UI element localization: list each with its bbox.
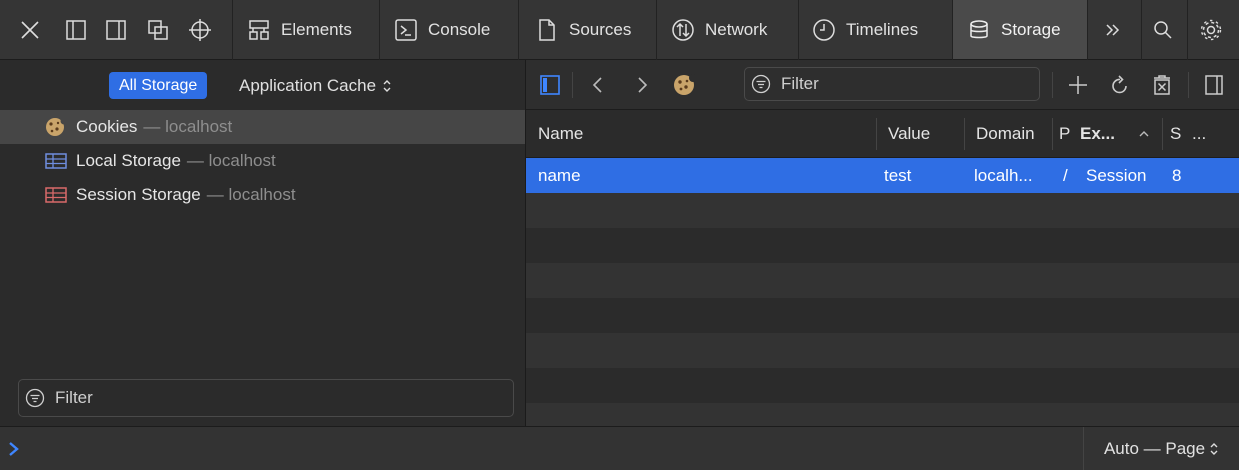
sidebar-item-host: — localhost (206, 185, 296, 204)
empty-row (526, 368, 1239, 403)
cookies-table: Name Value Domain P Ex... S ... name tes… (526, 110, 1239, 426)
tab-label: Storage (1001, 19, 1061, 39)
sidebar-item-label: Session Storage (76, 185, 201, 204)
cookie-icon (672, 73, 696, 97)
clear-storage-icon[interactable] (1150, 73, 1174, 97)
timelines-icon (812, 18, 836, 42)
console-icon (394, 18, 418, 42)
sidebar-item-host: — localhost (143, 117, 233, 136)
tab-storage[interactable]: Storage (953, 0, 1087, 59)
content-toolbar (526, 60, 1239, 110)
tab-label: Elements (281, 19, 352, 39)
storage-icon (967, 18, 991, 42)
back-icon[interactable] (586, 73, 610, 97)
dock-bottom-icon[interactable] (64, 18, 88, 42)
execution-context-label: Auto — Page (1103, 438, 1206, 458)
network-icon (671, 18, 695, 42)
storage-sidebar: All Storage Application Cache Cookies — … (0, 60, 526, 426)
tab-timelines[interactable]: Timelines (799, 0, 952, 59)
toggle-sidebar-icon[interactable] (538, 73, 562, 97)
empty-row (526, 403, 1239, 426)
cell-value: test (884, 166, 912, 185)
column-header-expires[interactable]: Ex... (1074, 110, 1134, 158)
chevron-up-down-icon (382, 78, 392, 94)
tab-label: Console (428, 19, 491, 39)
sources-icon (535, 18, 559, 42)
dock-side-icon[interactable] (104, 18, 128, 42)
empty-row (526, 263, 1239, 298)
application-cache-label: Application Cache (239, 76, 377, 95)
tab-console[interactable]: Console (380, 0, 518, 59)
sort-ascending-icon (1138, 128, 1150, 140)
sidebar-filter-field[interactable] (18, 379, 514, 417)
search-icon[interactable] (1151, 18, 1175, 42)
tab-sources[interactable]: Sources (519, 0, 656, 59)
filter-icon (751, 74, 771, 94)
tab-label: Timelines (846, 19, 919, 39)
application-cache-selector[interactable]: Application Cache (239, 72, 392, 99)
cell-name: name (538, 166, 581, 185)
sidebar-item-label: Local Storage (76, 151, 181, 170)
empty-row (526, 333, 1239, 368)
sidebar-item-host: — localhost (186, 151, 276, 170)
empty-row (526, 193, 1239, 228)
close-icon[interactable] (18, 18, 42, 42)
elements-icon (247, 18, 271, 42)
cell-path: / (1063, 166, 1068, 185)
console-prompt-bar: Auto — Page (0, 426, 1239, 470)
session-storage-icon (44, 185, 68, 205)
chevron-up-down-icon (1209, 441, 1219, 457)
sidebar-item-session-storage[interactable]: Session Storage — localhost (0, 178, 525, 212)
execution-context-selector[interactable]: Auto — Page (1083, 427, 1239, 470)
cookie-icon (44, 117, 68, 137)
toggle-details-icon[interactable] (1202, 73, 1226, 97)
all-storage-button[interactable]: All Storage (109, 72, 208, 99)
more-tabs-icon[interactable] (1101, 18, 1125, 42)
empty-row (526, 298, 1239, 333)
scope-bar: All Storage Application Cache (0, 60, 526, 110)
cell-expires: Session (1086, 166, 1147, 185)
column-header-value[interactable]: Value (876, 110, 964, 158)
prompt-chevron-icon[interactable] (7, 441, 21, 457)
local-storage-icon (44, 151, 68, 171)
cell-size: 8 (1172, 166, 1182, 185)
column-header-name[interactable]: Name (526, 110, 876, 158)
add-icon[interactable] (1066, 73, 1090, 97)
refresh-icon[interactable] (1108, 73, 1132, 97)
content-filter-field[interactable] (744, 67, 1040, 101)
forward-icon[interactable] (630, 73, 654, 97)
sidebar-item-local-storage[interactable]: Local Storage — localhost (0, 144, 525, 178)
tab-bar: Elements Console Sources Network Timelin… (0, 0, 1239, 60)
undock-icon[interactable] (146, 18, 170, 42)
table-row[interactable]: name test localh... / Session 8 (526, 158, 1239, 193)
tab-label: Network (705, 19, 768, 39)
column-header-path[interactable]: P (1052, 110, 1076, 158)
tab-label: Sources (569, 19, 632, 39)
sidebar-item-label: Cookies (76, 117, 138, 136)
cell-domain: localh... (974, 166, 1033, 185)
filter-icon (25, 388, 45, 408)
tab-network[interactable]: Network (657, 0, 798, 59)
crosshair-icon[interactable] (188, 18, 212, 42)
empty-row (526, 228, 1239, 263)
gear-icon[interactable] (1199, 18, 1223, 42)
column-header-more[interactable]: ... (1186, 110, 1226, 158)
table-header: Name Value Domain P Ex... S ... (526, 110, 1239, 158)
column-header-domain[interactable]: Domain (964, 110, 1052, 158)
sidebar-filter-input[interactable] (53, 387, 497, 409)
tab-elements[interactable]: Elements (233, 0, 379, 59)
content-filter-input[interactable] (779, 73, 1023, 95)
sidebar-item-cookies[interactable]: Cookies — localhost (0, 110, 525, 144)
